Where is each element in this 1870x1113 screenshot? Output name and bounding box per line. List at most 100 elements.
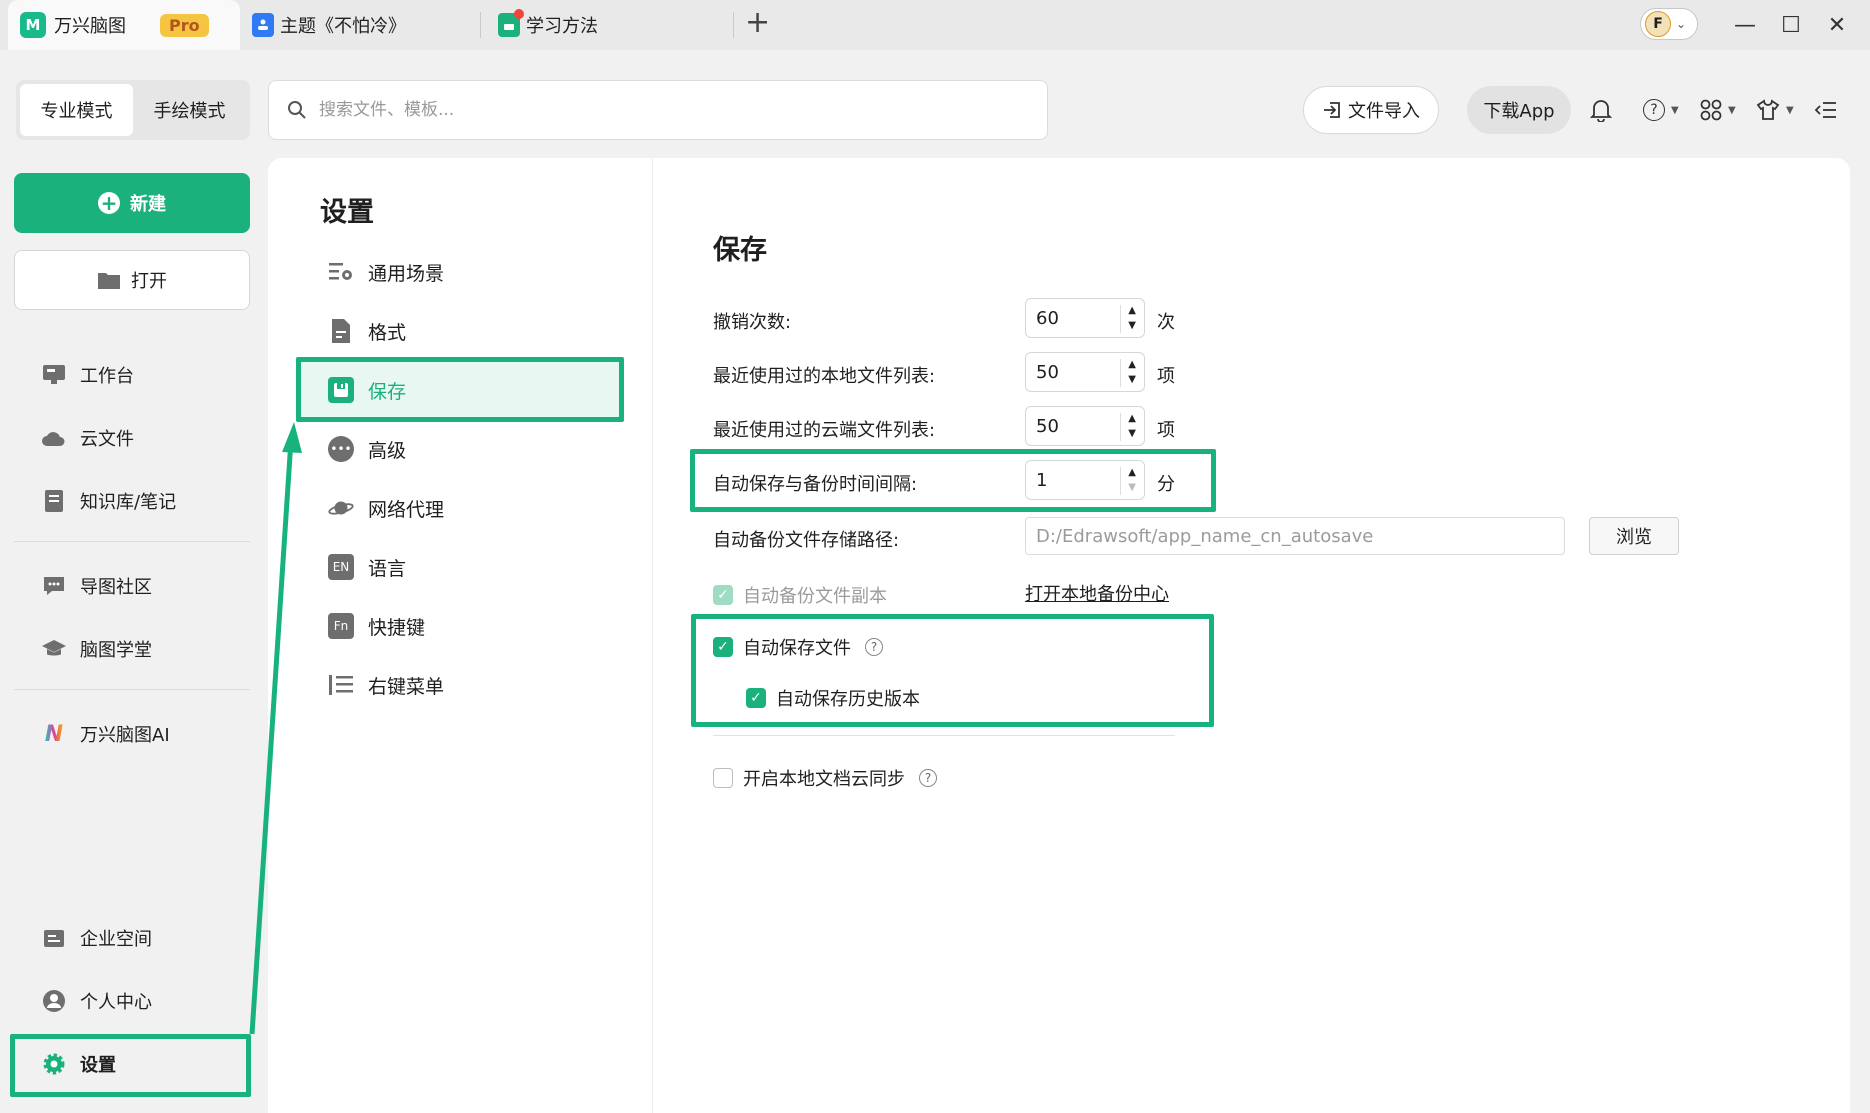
caret-down-icon: ▼ xyxy=(1728,104,1736,116)
chevron-up-icon[interactable]: ▲ xyxy=(1128,411,1136,426)
settings-nav-advanced[interactable]: ••• 高级 xyxy=(300,421,622,477)
sidebar-item-enterprise[interactable]: 企业空间 xyxy=(40,918,152,958)
cloud-sync-checkbox-row[interactable]: 开启本地文档云同步 ? xyxy=(713,765,937,791)
help-menu-button[interactable]: ? ▼ xyxy=(1643,96,1679,124)
apps-menu-button[interactable]: ▼ xyxy=(1700,96,1736,124)
cloud-sync-checkbox[interactable] xyxy=(713,768,733,788)
import-file-button[interactable]: 文件导入 xyxy=(1303,86,1439,134)
skin-menu-button[interactable]: ▼ xyxy=(1756,96,1794,124)
sidebar-item-label: 设置 xyxy=(80,1055,116,1076)
chevron-up-icon[interactable]: ▲ xyxy=(1128,303,1136,318)
sidebar-item-label: 万兴脑图AI xyxy=(80,725,170,746)
user-avatar-button[interactable]: F ⌄ xyxy=(1640,8,1698,40)
new-file-button[interactable]: + 新建 xyxy=(14,173,250,233)
help-icon[interactable]: ? xyxy=(919,769,937,787)
sidebar-item-label: 知识库/笔记 xyxy=(80,492,177,513)
tab-label: 学习方法 xyxy=(526,16,598,37)
autosave-interval-label: 自动保存与备份时间间隔: xyxy=(713,474,918,495)
chevron-down-icon[interactable]: ▼ xyxy=(1128,372,1136,387)
sidebar-item-label: 企业空间 xyxy=(80,929,152,950)
workbench-icon xyxy=(40,361,68,389)
local-recent-stepper[interactable]: 50 ▲ ▼ xyxy=(1025,352,1145,392)
sidebar-item-knowledge-base[interactable]: 知识库/笔记 xyxy=(40,481,176,521)
apps-grid-icon xyxy=(1700,99,1722,121)
chevron-down-icon[interactable]: ▼ xyxy=(1128,426,1136,441)
sidebar-item-settings[interactable]: 设置 xyxy=(40,1044,116,1084)
sidebar-item-academy[interactable]: 脑图学堂 xyxy=(40,629,152,669)
stepper-arrows[interactable]: ▲ ▼ xyxy=(1120,465,1136,495)
backup-path-label: 自动备份文件存储路径: xyxy=(713,530,900,551)
search-input[interactable] xyxy=(319,100,999,120)
settings-nav-save[interactable]: 保存 xyxy=(300,362,622,418)
undo-count-label: 撤销次数: xyxy=(713,312,792,333)
menu-collapse-icon xyxy=(1814,102,1836,118)
bell-icon[interactable] xyxy=(1590,96,1612,124)
download-app-button[interactable]: 下载App xyxy=(1467,86,1571,134)
sidebar-item-profile[interactable]: 个人中心 xyxy=(40,981,152,1021)
autosave-interval-value: 1 xyxy=(1036,469,1048,491)
settings-nav-general[interactable]: 通用场景 xyxy=(300,244,622,300)
close-button[interactable]: ✕ xyxy=(1822,10,1852,40)
cloud-sync-label: 开启本地文档云同步 xyxy=(743,769,905,790)
sidebar-item-workbench[interactable]: 工作台 xyxy=(40,355,134,395)
sidebar-divider xyxy=(14,541,250,542)
chevron-down-icon[interactable]: ▼ xyxy=(1128,318,1136,333)
sidebar-item-ai[interactable]: N 万兴脑图AI xyxy=(40,714,170,754)
mode-professional[interactable]: 专业模式 xyxy=(20,84,133,136)
settings-nav-language[interactable]: EN 语言 xyxy=(300,539,622,595)
autosave-interval-unit: 分 xyxy=(1157,474,1175,495)
sidebar-item-cloud-files[interactable]: 云文件 xyxy=(40,418,134,458)
minimize-button[interactable]: — xyxy=(1730,10,1760,40)
open-backup-center-link[interactable]: 打开本地备份中心 xyxy=(1025,580,1169,606)
chevron-up-icon[interactable]: ▲ xyxy=(1128,465,1136,480)
cloud-recent-value: 50 xyxy=(1036,415,1059,437)
autosave-history-checkbox[interactable]: ✓ xyxy=(746,688,766,708)
stepper-arrows[interactable]: ▲ ▼ xyxy=(1120,411,1136,441)
settings-nav-context-menu[interactable]: 右键菜单 xyxy=(300,657,622,713)
autosave-checkbox[interactable]: ✓ xyxy=(713,637,733,657)
settings-nav-proxy[interactable]: 网络代理 xyxy=(300,480,622,536)
open-label: 打开 xyxy=(131,271,167,292)
shirt-icon xyxy=(1756,99,1780,120)
tab-label: 主题《不怕冷》 xyxy=(280,16,406,37)
help-icon: ? xyxy=(1643,99,1665,121)
backup-copy-checkbox: ✓ xyxy=(713,585,733,605)
browse-button[interactable]: 浏览 xyxy=(1589,517,1679,555)
tab-divider xyxy=(480,12,481,38)
cloud-recent-label: 最近使用过的云端文件列表: xyxy=(713,420,936,441)
chat-bubble-icon xyxy=(40,572,68,600)
settings-nav-divider xyxy=(652,158,653,1113)
gear-icon xyxy=(40,1050,68,1078)
open-file-button[interactable]: 打开 xyxy=(14,250,250,310)
collapse-panel-button[interactable] xyxy=(1814,96,1838,124)
sidebar-item-label: 工作台 xyxy=(80,366,134,387)
maximize-button[interactable]: ☐ xyxy=(1776,10,1806,40)
pro-badge[interactable]: Pro xyxy=(160,13,209,37)
settings-nav-format[interactable]: 格式 xyxy=(300,303,622,359)
chevron-up-icon[interactable]: ▲ xyxy=(1128,357,1136,372)
tab-home[interactable]: M 万兴脑图 Pro xyxy=(8,0,240,50)
backup-path-field[interactable]: D:/Edrawsoft/app_name_cn_autosave xyxy=(1025,517,1565,555)
local-recent-unit: 项 xyxy=(1157,366,1175,387)
autosave-history-checkbox-row[interactable]: ✓ 自动保存历史版本 xyxy=(746,685,920,711)
sidebar-item-community[interactable]: 导图社区 xyxy=(40,566,152,606)
tab-document-1[interactable]: 主题《不怕冷》 xyxy=(240,0,478,50)
settings-nav-shortcuts[interactable]: Fn 快捷键 xyxy=(300,598,622,654)
tab-document-2[interactable]: 学习方法 xyxy=(486,0,730,50)
help-icon[interactable]: ? xyxy=(865,638,883,656)
autosave-interval-stepper[interactable]: 1 ▲ ▼ xyxy=(1025,460,1145,500)
new-tab-button[interactable]: + xyxy=(745,8,770,38)
title-bar: M 万兴脑图 Pro 主题《不怕冷》 学习方法 + F ⌄ — ☐ ✕ xyxy=(0,0,1870,50)
undo-count-stepper[interactable]: 60 ▲ ▼ xyxy=(1025,298,1145,338)
language-en-icon: EN xyxy=(328,554,354,580)
mode-hand-drawn[interactable]: 手绘模式 xyxy=(133,84,246,136)
cloud-recent-unit: 项 xyxy=(1157,420,1175,441)
chevron-down-icon[interactable]: ▼ xyxy=(1128,480,1136,495)
sidebar-item-label: 脑图学堂 xyxy=(80,640,152,661)
stepper-arrows[interactable]: ▲ ▼ xyxy=(1120,303,1136,333)
cloud-recent-stepper[interactable]: 50 ▲ ▼ xyxy=(1025,406,1145,446)
chevron-down-icon: ⌄ xyxy=(1676,17,1687,31)
avatar: F xyxy=(1645,11,1671,37)
stepper-arrows[interactable]: ▲ ▼ xyxy=(1120,357,1136,387)
autosave-checkbox-row[interactable]: ✓ 自动保存文件 ? xyxy=(713,634,883,660)
